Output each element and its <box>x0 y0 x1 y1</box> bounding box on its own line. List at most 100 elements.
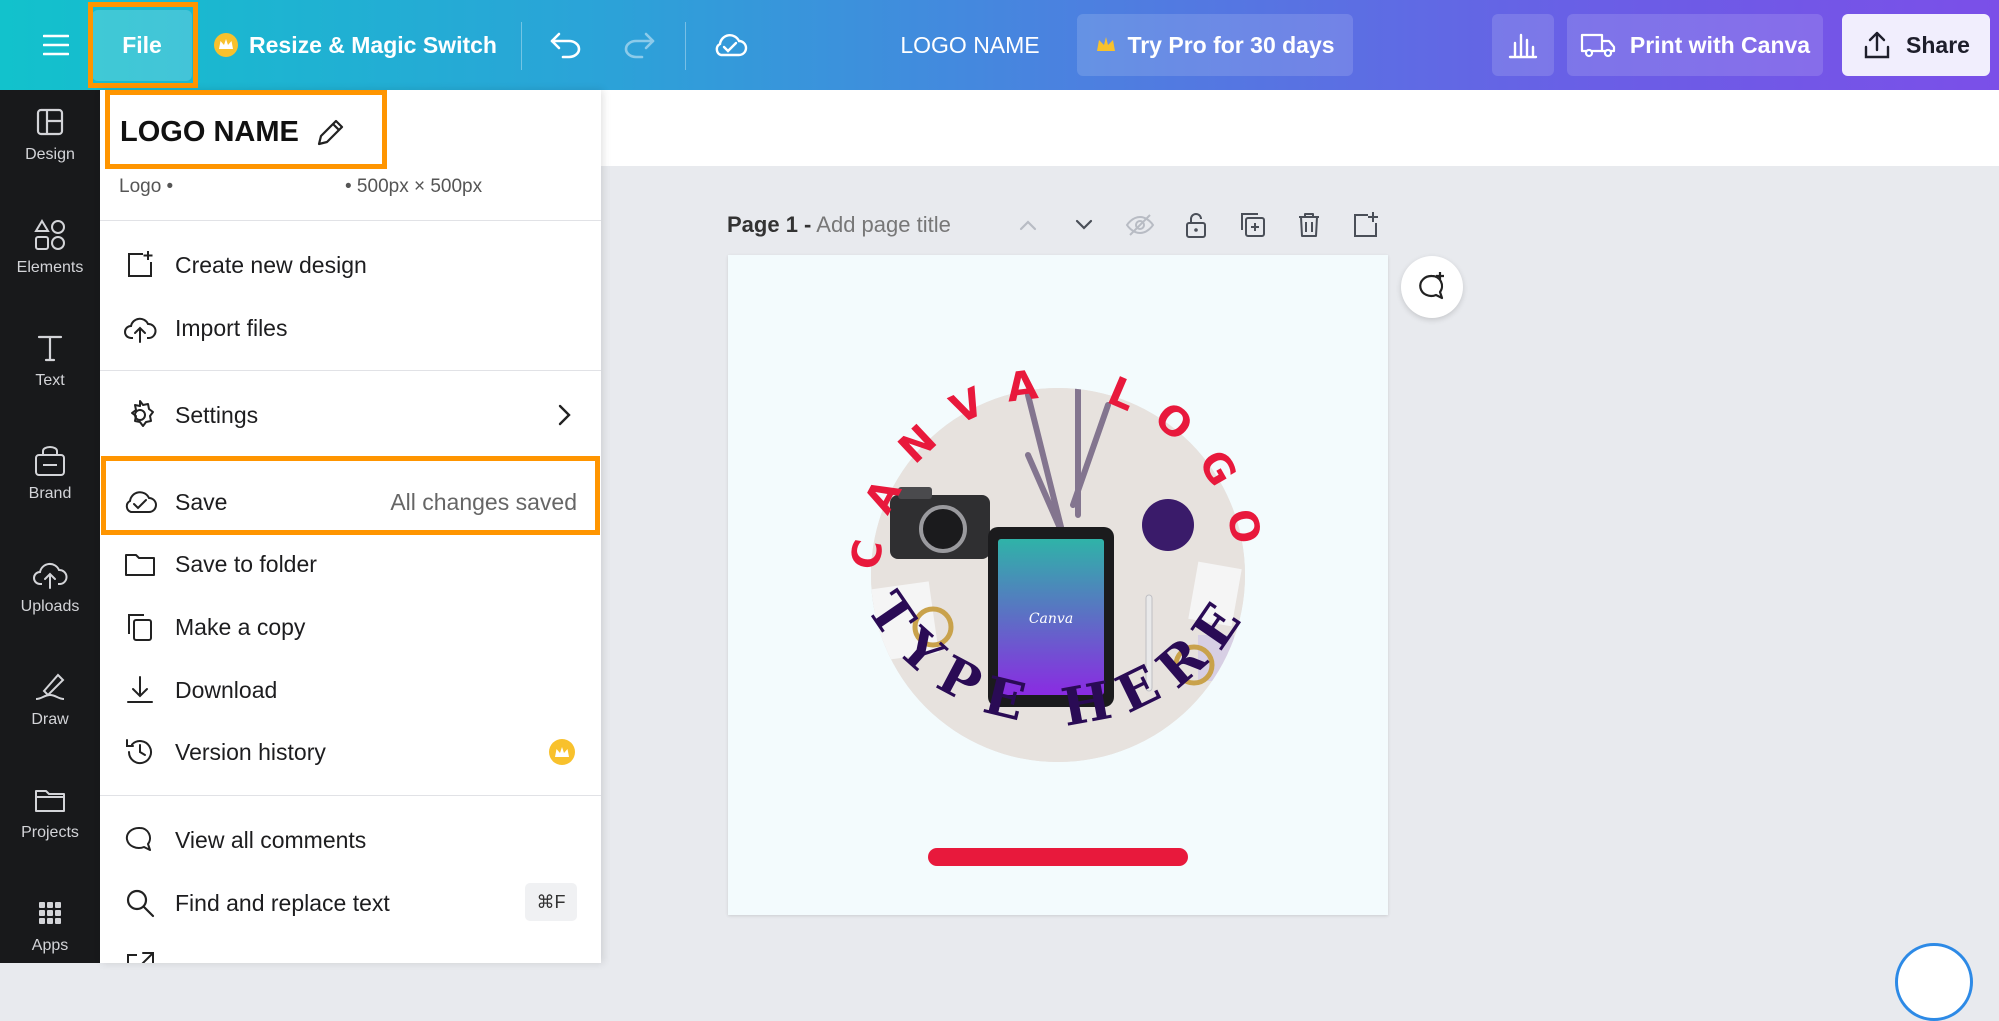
file-menu-panel: LOGO NAME Logo • • 500px × 500px Create … <box>100 90 601 963</box>
bar-chart-icon <box>1508 33 1538 59</box>
menu-item-label: Download <box>175 676 278 703</box>
comment-add-icon <box>1419 272 1444 300</box>
menu-item-open-external[interactable] <box>100 938 601 963</box>
rail-item-brand[interactable]: Brand <box>0 429 100 529</box>
print-with-canva-button[interactable]: Print with Canva <box>1567 14 1823 76</box>
folder-icon <box>35 790 65 812</box>
share-button[interactable]: Share <box>1842 14 1990 76</box>
cloud-upload-icon <box>124 317 157 343</box>
resize-magic-switch-button[interactable]: Resize & Magic Switch <box>213 22 497 68</box>
insights-button[interactable] <box>1492 14 1554 76</box>
red-underline-bar <box>928 848 1188 866</box>
page-title-input[interactable]: Add page title <box>816 212 951 237</box>
rail-label: Design <box>25 146 75 163</box>
design-title[interactable]: LOGO NAME <box>880 22 1060 68</box>
logo-artwork: Canva CANVA LOGO TYPE HERE <box>842 359 1248 866</box>
top-bar: File Resize & Magic Switch LOGO NAME Try… <box>0 0 1999 90</box>
rail-item-uploads[interactable]: Uploads <box>0 542 100 642</box>
try-pro-button[interactable]: Try Pro for 30 days <box>1077 14 1353 76</box>
menu-item-view-all-comments[interactable]: View all comments <box>100 812 601 868</box>
trash-icon[interactable] <box>1292 208 1326 242</box>
menu-item-download[interactable]: Download <box>100 662 601 718</box>
duplicate-page-icon[interactable] <box>1236 208 1270 242</box>
redo-button[interactable] <box>616 22 662 68</box>
save-highlight <box>101 456 600 535</box>
menu-item-make-a-copy[interactable]: Make a copy <box>100 599 601 655</box>
copy-icon <box>128 614 152 641</box>
menu-item-create-new-design[interactable]: Create new design <box>100 237 601 293</box>
external-link-icon <box>127 952 154 963</box>
keyboard-shortcut: ⌘F <box>525 883 577 921</box>
rail-label: Text <box>35 372 65 389</box>
help-button[interactable] <box>1895 943 1973 1021</box>
comment-icon <box>125 826 151 851</box>
hide-eye-icon[interactable] <box>1123 208 1157 242</box>
menu-item-label: View all comments <box>175 826 367 853</box>
menu-design-title[interactable]: LOGO NAME <box>120 116 299 149</box>
pen-icon <box>35 673 65 700</box>
menu-item-settings[interactable]: Settings <box>100 387 601 443</box>
menu-item-find-and-replace[interactable]: Find and replace text ⌘F <box>100 875 601 931</box>
chevron-up-icon[interactable] <box>1011 208 1045 242</box>
menu-item-version-history[interactable]: Version history <box>100 724 601 780</box>
grid-icon <box>39 902 61 924</box>
cloud-upload-icon <box>33 562 68 589</box>
rail-label: Projects <box>21 824 79 841</box>
lock-icon[interactable] <box>1179 208 1213 242</box>
share-label: Share <box>1906 31 1970 58</box>
rail-item-projects[interactable]: Projects <box>0 768 100 868</box>
rail-item-text[interactable]: Text <box>0 316 100 416</box>
print-label: Print with Canva <box>1629 31 1811 58</box>
menu-separator <box>100 370 601 371</box>
rail-item-design[interactable]: Design <box>0 90 100 190</box>
download-icon <box>127 676 153 703</box>
history-icon <box>126 739 152 764</box>
try-pro-label: Try Pro for 30 days <box>1127 31 1335 58</box>
context-toolbar <box>601 90 1999 166</box>
menu-icon <box>43 34 69 56</box>
left-rail: Design Elements Text Brand Uploads Draw … <box>0 90 100 963</box>
add-page-icon[interactable] <box>1348 208 1382 242</box>
menu-item-label: Settings <box>175 401 259 428</box>
resize-label: Resize & Magic Switch <box>249 31 497 58</box>
share-upload-icon <box>1864 31 1890 59</box>
cloud-check-icon <box>715 34 748 57</box>
crown-icon <box>555 747 569 757</box>
rail-item-draw[interactable]: Draw <box>0 655 100 755</box>
truck-icon <box>1580 33 1615 58</box>
undo-button[interactable] <box>543 22 589 68</box>
menu-item-label: Import files <box>175 314 288 341</box>
crown-icon <box>214 33 238 57</box>
menu-separator <box>100 795 601 796</box>
menu-item-import-files[interactable]: Import files <box>100 300 601 356</box>
menu-separator <box>100 220 601 221</box>
design-page[interactable]: Canva CANVA LOGO TYPE HERE <box>728 255 1388 915</box>
add-comment-button[interactable] <box>1401 256 1463 318</box>
pencil-icon[interactable] <box>313 116 347 150</box>
rail-label: Draw <box>31 711 69 728</box>
chevron-down-icon[interactable] <box>1067 208 1101 242</box>
menu-item-label: Make a copy <box>175 613 306 640</box>
crown-icon <box>1097 37 1116 51</box>
menu-item-label: Version history <box>175 738 326 765</box>
rail-label: Uploads <box>20 598 80 615</box>
menu-item-label: Find and replace text <box>175 889 390 916</box>
undo-icon <box>550 32 581 59</box>
page-header: Page 1 - Add page title <box>727 212 951 238</box>
menu-item-save-to-folder[interactable]: Save to folder <box>100 536 601 592</box>
search-icon <box>126 889 155 918</box>
divider <box>685 22 686 70</box>
rail-label: Apps <box>31 937 69 954</box>
menu-button[interactable] <box>30 22 82 68</box>
gear-icon <box>131 400 154 427</box>
save-status-button[interactable] <box>707 22 753 68</box>
rail-label: Brand <box>28 485 72 502</box>
pro-crown-badge <box>549 739 575 765</box>
rail-item-apps[interactable]: Apps <box>0 881 100 981</box>
layout-icon <box>36 108 64 136</box>
text-icon <box>37 335 63 362</box>
menu-item-label: Save to folder <box>175 550 317 577</box>
redo-icon <box>624 32 655 59</box>
chevron-right-icon <box>558 404 571 426</box>
rail-item-elements[interactable]: Elements <box>0 203 100 303</box>
